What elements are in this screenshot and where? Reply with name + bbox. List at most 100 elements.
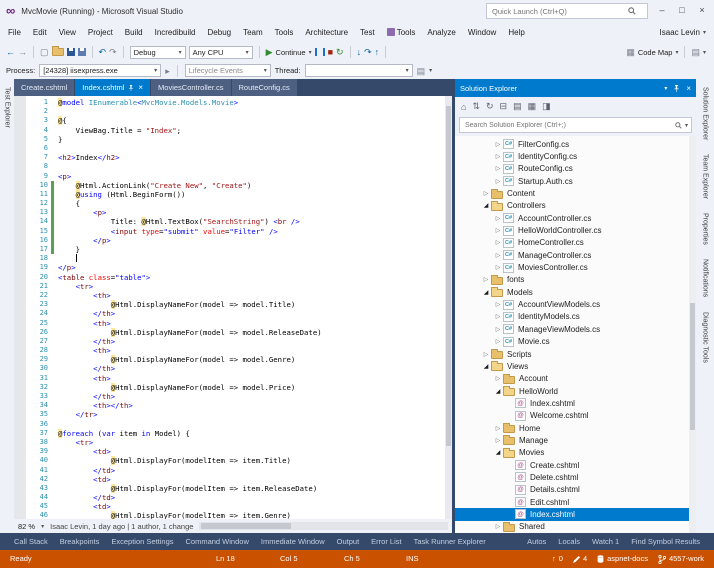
codelens-info[interactable]: Isaac Levin, 1 day ago | 1 author, 1 cha…	[50, 522, 193, 531]
expand-arrow-icon[interactable]: ▷	[493, 313, 503, 320]
expand-arrow-icon[interactable]: ▷	[493, 301, 503, 308]
expand-arrow-icon[interactable]: ▷	[493, 141, 503, 148]
tree-item-moviescontroller.cs[interactable]: ▷ C# MoviesController.cs	[455, 261, 696, 273]
redo-icon[interactable]: ↷	[109, 47, 117, 57]
code-line[interactable]: 43 @Html.DisplayFor(modelItem => item.Re…	[14, 483, 452, 493]
chevron-down-icon[interactable]: ▾	[309, 49, 312, 56]
code-line[interactable]: 7 <h2>Index</h2>	[14, 153, 452, 162]
code-line[interactable]: 25 <th>	[14, 319, 452, 328]
quick-launch-box[interactable]	[486, 3, 648, 19]
pending-changes-status[interactable]: 4	[572, 550, 587, 568]
quick-launch-input[interactable]	[490, 5, 628, 17]
code-line[interactable]: 39 <td>	[14, 447, 452, 456]
side-tab-test-explorer[interactable]: Test Explorer	[4, 87, 11, 128]
tree-item-shared[interactable]: ▷ Shared	[455, 521, 696, 533]
tree-item-movie.cs[interactable]: ▷ C# Movie.cs	[455, 336, 696, 348]
expand-arrow-icon[interactable]: ▷	[493, 437, 503, 444]
tool-tab-autos[interactable]: Autos	[521, 535, 552, 548]
code-line[interactable]: 15 <input type="submit" value="Filter" /…	[14, 226, 452, 236]
code-line[interactable]: 5}	[14, 135, 452, 144]
menu-item-incredibuild[interactable]: Incredibuild	[149, 25, 202, 40]
tree-item-edit.cshtml[interactable]: @ Edit.cshtml	[455, 496, 696, 508]
title-bar[interactable]: ∞ MvcMovie (Running) - Microsoft Visual …	[0, 0, 714, 22]
tree-item-delete.cshtml[interactable]: @ Delete.cshtml	[455, 471, 696, 483]
expand-arrow-icon[interactable]: ▷	[493, 264, 503, 271]
collapse-arrow-icon[interactable]: ◢	[481, 363, 491, 370]
code-line[interactable]: 13 <p>	[14, 208, 452, 218]
tree-item-content[interactable]: ▷ Content	[455, 187, 696, 199]
restart-icon[interactable]: ↻	[336, 47, 344, 57]
code-line[interactable]: 22 <th>	[14, 291, 452, 300]
code-line[interactable]: 14 Title: @Html.TextBox("SearchString") …	[14, 217, 452, 227]
code-line[interactable]: 11 @using (Html.BeginForm())	[14, 189, 452, 200]
menu-item-test[interactable]: Test	[354, 25, 381, 40]
side-tab-properties[interactable]: Properties	[702, 213, 709, 245]
tool-tab-error-list[interactable]: Error List	[365, 535, 407, 548]
step-out-icon[interactable]: ↑	[375, 47, 380, 57]
solution-configuration-dropdown[interactable]: Debug ▾	[129, 45, 186, 59]
continue-button[interactable]: Continue	[276, 48, 306, 57]
continue-play-icon[interactable]: ▶	[266, 47, 273, 57]
flag-thread-icon[interactable]: ▤	[417, 66, 426, 76]
expand-arrow-icon[interactable]: ▷	[493, 375, 503, 382]
tab-create.cshtml[interactable]: Create.cshtml	[14, 79, 75, 96]
tree-item-accountcontroller.cs[interactable]: ▷ C# AccountController.cs	[455, 212, 696, 224]
window-position-icon[interactable]: ▾	[664, 85, 667, 92]
solution-search-input[interactable]	[463, 120, 672, 130]
code-line[interactable]: 40 @Html.DisplayFor(modelItem => item.Ti…	[14, 456, 452, 466]
menu-item-debug[interactable]: Debug	[202, 25, 238, 40]
code-line[interactable]: 44 </td>	[14, 493, 452, 502]
expand-arrow-icon[interactable]: ▷	[493, 215, 503, 222]
tree-item-routeconfig.cs[interactable]: ▷ C# RouteConfig.cs	[455, 163, 696, 175]
tab-routeconfig.cs[interactable]: RouteConfig.cs	[231, 79, 297, 96]
expand-arrow-icon[interactable]: ▷	[493, 165, 503, 172]
tree-item-details.cshtml[interactable]: @ Details.cshtml	[455, 484, 696, 496]
code-line[interactable]: 2	[14, 107, 452, 116]
break-all-icon[interactable]	[314, 48, 325, 56]
code-line[interactable]: 29 @Html.DisplayNameFor(model => model.G…	[14, 355, 452, 365]
tree-item-create.cshtml[interactable]: @ Create.cshtml	[455, 459, 696, 471]
undo-icon[interactable]: ↶	[99, 47, 107, 57]
code-line[interactable]: 3 @{	[14, 116, 452, 126]
tree-item-filterconfig.cs[interactable]: ▷ C# FilterConfig.cs	[455, 138, 696, 150]
menu-item-view[interactable]: View	[53, 25, 82, 40]
code-line[interactable]: 27 </th>	[14, 337, 452, 346]
step-over-icon[interactable]: ↷	[364, 47, 372, 57]
save-icon[interactable]	[66, 48, 75, 56]
code-line[interactable]: 33 </th>	[14, 392, 452, 401]
code-line[interactable]: 42 <td>	[14, 475, 452, 484]
code-line[interactable]: 37 @foreach (var item in Model) {	[14, 428, 452, 438]
editor-horizontal-scrollbar[interactable]	[199, 522, 448, 530]
expand-arrow-icon[interactable]: ▷	[481, 190, 491, 197]
code-line[interactable]: 18	[14, 254, 452, 263]
code-line[interactable]: 23 @Html.DisplayNameFor(model => model.T…	[14, 300, 452, 310]
tool-tab-task-runner-explorer[interactable]: Task Runner Explorer	[408, 535, 492, 548]
code-line[interactable]: 24 </th>	[14, 309, 452, 318]
tree-item-models[interactable]: ◢ Models	[455, 286, 696, 298]
tree-item-homecontroller.cs[interactable]: ▷ C# HomeController.cs	[455, 237, 696, 249]
new-file-icon[interactable]: ▢	[40, 47, 49, 57]
home-icon[interactable]: ⌂	[461, 102, 466, 112]
scrollbar-thumb[interactable]	[446, 106, 451, 446]
code-line[interactable]: 6	[14, 144, 452, 153]
code-line[interactable]: 17 }	[14, 245, 452, 255]
solution-explorer-header[interactable]: Solution Explorer ▾ ×	[455, 79, 696, 97]
menu-item-help[interactable]: Help	[502, 25, 530, 40]
properties-icon[interactable]: ▦	[528, 101, 537, 112]
tree-item-identitymodels.cs[interactable]: ▷ C# IdentityModels.cs	[455, 311, 696, 323]
collapse-arrow-icon[interactable]: ◢	[481, 202, 491, 209]
menu-item-tools[interactable]: Tools	[269, 25, 300, 40]
tree-item-index.cshtml[interactable]: @ Index.cshtml	[455, 508, 696, 521]
signed-in-user[interactable]: Isaac Levin ▾	[660, 22, 706, 42]
process-dropdown[interactable]: [24328] iisexpress.exe ▾	[39, 64, 162, 77]
tree-item-home[interactable]: ▷ Home	[455, 422, 696, 434]
code-line[interactable]: 9 <p>	[14, 172, 452, 181]
tree-item-views[interactable]: ◢ Views	[455, 360, 696, 372]
tree-vertical-scrollbar[interactable]	[689, 136, 696, 533]
menu-item-tools[interactable]: Tools	[381, 25, 422, 40]
collapse-arrow-icon[interactable]: ◢	[493, 388, 503, 395]
menu-item-edit[interactable]: Edit	[27, 25, 53, 40]
navigate-forward-icon[interactable]: →	[18, 47, 27, 57]
close-button[interactable]: ×	[692, 0, 712, 20]
switch-views-icon[interactable]: ⇅	[472, 101, 480, 112]
